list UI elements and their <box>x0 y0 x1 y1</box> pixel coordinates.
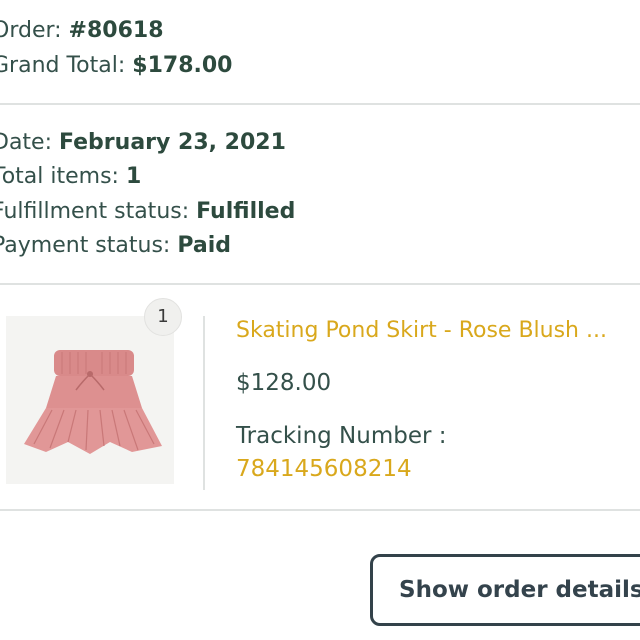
order-number-value: #80618 <box>68 18 164 43</box>
order-number-label: Order: <box>0 18 62 43</box>
divider <box>0 103 640 105</box>
total-items-row: Total items: 1 <box>0 163 141 191</box>
quantity-badge: 1 <box>144 298 182 336</box>
grand-total-value: $178.00 <box>132 53 233 78</box>
order-detail-page: Order: #80618 Grand Total: $178.00 Date:… <box>0 0 640 640</box>
show-order-details-button[interactable]: Show order details <box>370 554 640 626</box>
product-name-link[interactable]: Skating Pond Skirt - Rose Blush ... <box>236 316 607 346</box>
order-date-value: February 23, 2021 <box>59 130 286 155</box>
total-items-value: 1 <box>125 164 142 189</box>
fulfillment-status-value: Fulfilled <box>196 199 296 224</box>
payment-status-label: Payment status: <box>0 233 178 258</box>
payment-status-value: Paid <box>177 233 231 258</box>
product-price: $128.00 <box>236 370 332 396</box>
grand-total-row: Grand Total: $178.00 <box>0 52 232 80</box>
vertical-divider <box>203 316 205 490</box>
divider <box>0 509 640 511</box>
fulfillment-status-label: Fulfillment status: <box>0 199 197 224</box>
divider <box>0 283 640 285</box>
tracking-number-link[interactable]: 784145608214 <box>236 454 412 484</box>
product-image[interactable] <box>6 316 174 484</box>
skirt-icon <box>6 316 174 484</box>
tracking-number-label: Tracking Number : <box>236 423 447 449</box>
order-number-row: Order: #80618 <box>0 17 164 45</box>
total-items-label: Total items: <box>0 164 126 189</box>
fulfillment-status-row: Fulfillment status: Fulfilled <box>0 198 295 226</box>
grand-total-label: Grand Total: <box>0 53 133 78</box>
payment-status-row: Payment status: Paid <box>0 232 231 260</box>
order-date-row: Date: February 23, 2021 <box>0 129 286 157</box>
order-date-label: Date: <box>0 130 52 155</box>
